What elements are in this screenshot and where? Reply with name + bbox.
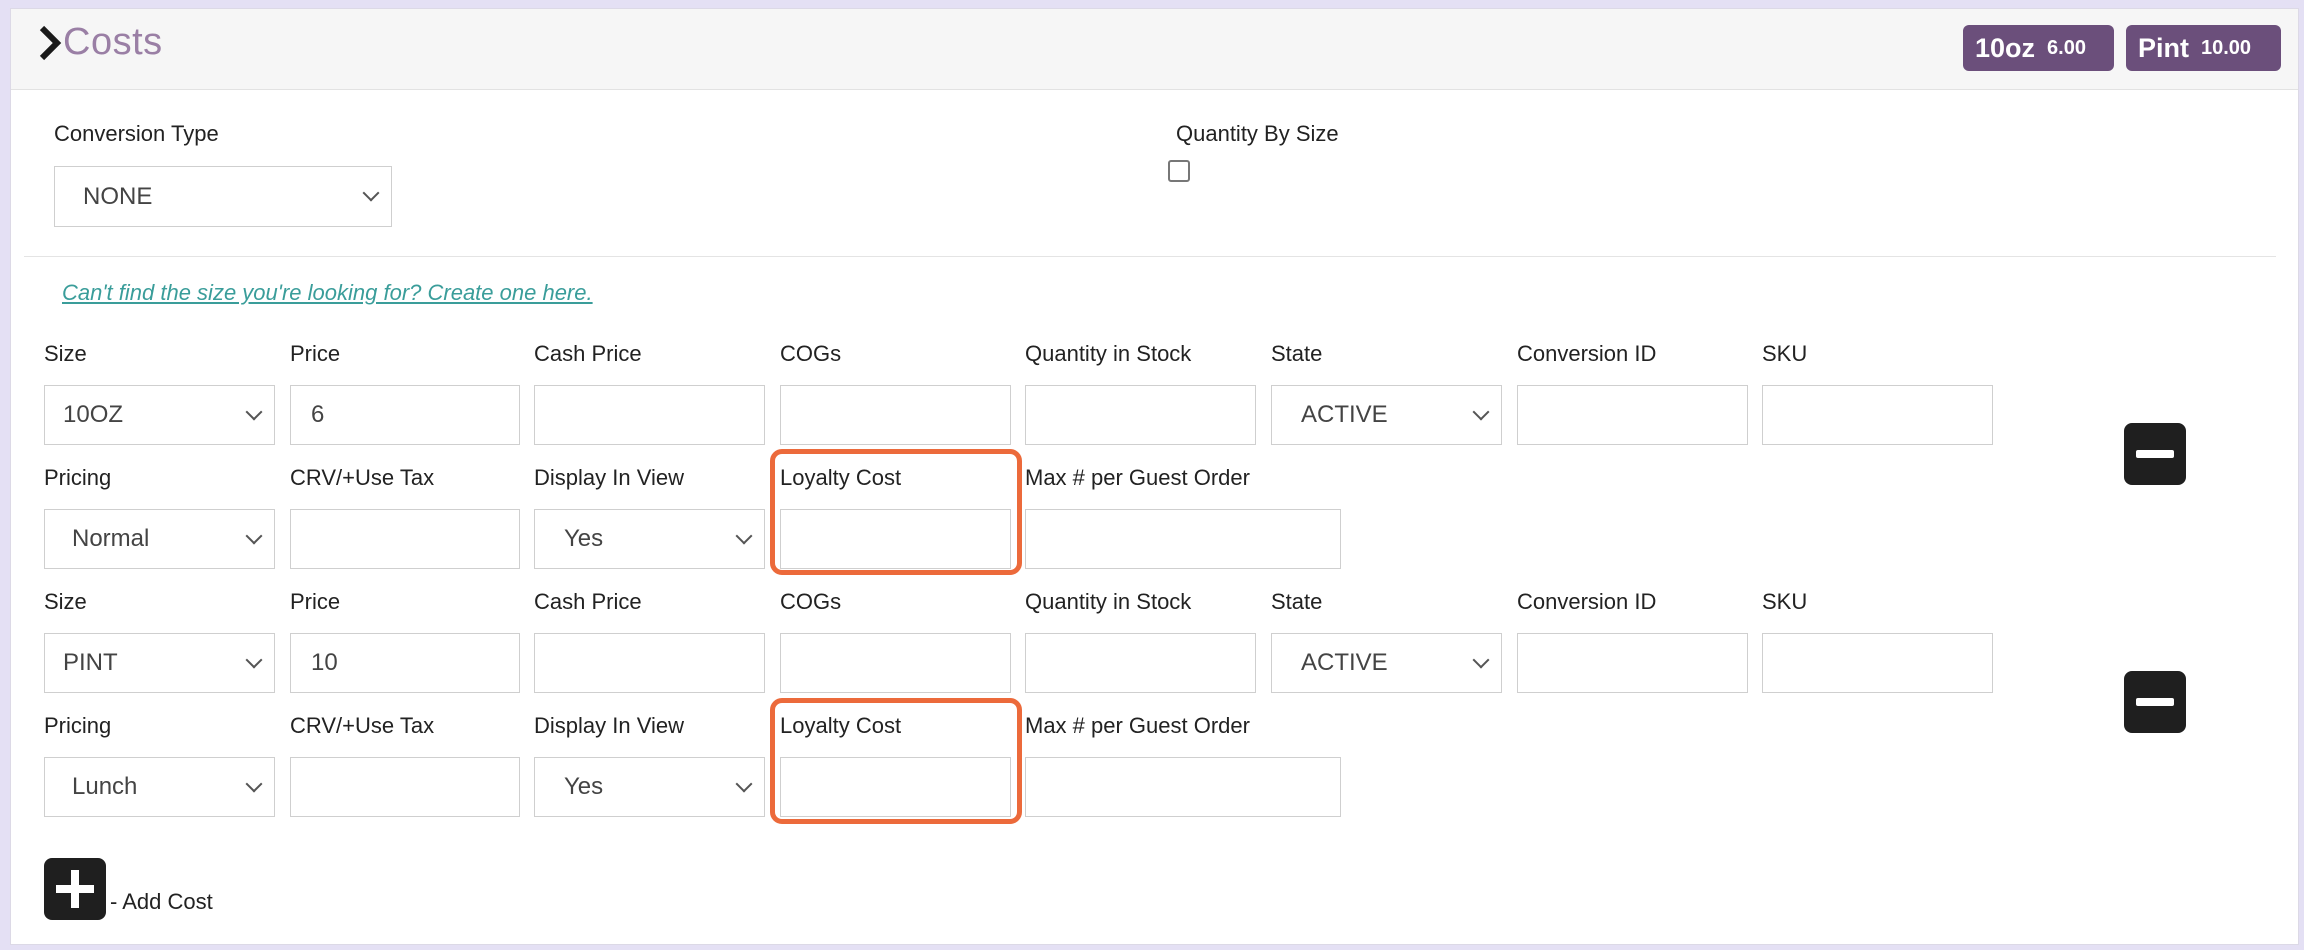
price-label: Price [290, 341, 341, 366]
costs-header[interactable]: Costs 10oz 6.00 Pint 10.00 [11, 9, 2298, 90]
size-badge-pint: Pint 10.00 [2126, 25, 2281, 71]
divider [24, 256, 2276, 257]
quantity-in-stock-label: Quantity in Stock [1025, 589, 1192, 614]
display-in-view-value: Yes [564, 773, 604, 800]
section-title: Costs [63, 21, 163, 63]
crv-input[interactable] [290, 509, 520, 569]
size-value: 10OZ [63, 401, 124, 428]
remove-cost-button[interactable] [2124, 671, 2186, 733]
add-cost-label: - Add Cost [110, 889, 213, 914]
plus-icon-stroke [71, 870, 79, 908]
badge-size-name: 10oz [1975, 32, 2036, 63]
display-in-view-label: Display In View [534, 465, 684, 490]
max-per-guest-label: Max # per Guest Order [1025, 465, 1250, 490]
pricing-label: Pricing [44, 713, 112, 738]
cash-price-input[interactable] [534, 633, 765, 693]
conversion-id-input[interactable] [1517, 633, 1748, 693]
sku-label: SKU [1762, 341, 1808, 366]
sku-label: SKU [1762, 589, 1808, 614]
pricing-label: Pricing [44, 465, 112, 490]
loyalty-cost-input[interactable] [780, 509, 1011, 569]
quantity-by-size-label: Quantity By Size [1176, 121, 1339, 146]
cash-price-label: Cash Price [534, 341, 642, 366]
state-value: ACTIVE [1301, 649, 1388, 676]
minus-icon [2136, 450, 2174, 458]
display-in-view-select[interactable]: Yes [534, 757, 765, 817]
conversion-id-label: Conversion ID [1517, 341, 1657, 366]
sku-input[interactable] [1762, 385, 1993, 445]
pricing-value: Lunch [72, 773, 138, 800]
state-label: State [1271, 589, 1323, 614]
cogs-input[interactable] [780, 385, 1011, 445]
loyalty-cost-input[interactable] [780, 757, 1011, 817]
pricing-select[interactable]: Lunch [44, 757, 275, 817]
display-in-view-label: Display In View [534, 713, 684, 738]
quantity-in-stock-input[interactable] [1025, 385, 1256, 445]
size-select[interactable]: 10OZ [44, 385, 275, 445]
conversion-type-value: NONE [83, 182, 153, 210]
quantity-in-stock-label: Quantity in Stock [1025, 341, 1192, 366]
price-input[interactable]: 10 [290, 633, 520, 693]
conversion-type-select[interactable]: NONE [54, 166, 392, 227]
state-label: State [1271, 341, 1323, 366]
quantity-in-stock-input[interactable] [1025, 633, 1256, 693]
sku-input[interactable] [1762, 633, 1993, 693]
add-cost-button[interactable] [44, 858, 106, 920]
cash-price-label: Cash Price [534, 589, 642, 614]
minus-icon [2136, 698, 2174, 706]
cogs-input[interactable] [780, 633, 1011, 693]
state-select[interactable]: ACTIVE [1271, 633, 1502, 693]
badge-size-price: 10.00 [2201, 36, 2252, 59]
pricing-select[interactable]: Normal [44, 509, 275, 569]
cogs-label: COGs [780, 589, 842, 614]
size-label: Size [44, 341, 87, 366]
cash-price-input[interactable] [534, 385, 765, 445]
badge-size-price: 6.00 [2047, 36, 2086, 59]
conversion-id-label: Conversion ID [1517, 589, 1657, 614]
quantity-by-size-checkbox[interactable] [1168, 160, 1190, 182]
max-per-guest-input[interactable] [1025, 509, 1341, 569]
crv-input[interactable] [290, 757, 520, 817]
pricing-value: Normal [72, 525, 150, 552]
display-in-view-select[interactable]: Yes [534, 509, 765, 569]
max-per-guest-label: Max # per Guest Order [1025, 713, 1250, 738]
conversion-id-input[interactable] [1517, 385, 1748, 445]
size-badge-10oz: 10oz 6.00 [1963, 25, 2114, 71]
loyalty-cost-label: Loyalty Cost [780, 713, 902, 738]
state-value: ACTIVE [1301, 401, 1388, 428]
size-label: Size [44, 589, 87, 614]
price-value: 6 [311, 401, 325, 428]
create-size-link[interactable]: Can't find the size you're looking for? … [62, 280, 593, 306]
conversion-type-label: Conversion Type [54, 121, 219, 146]
price-label: Price [290, 589, 341, 614]
cogs-label: COGs [780, 341, 842, 366]
price-value: 10 [311, 649, 338, 676]
size-select[interactable]: PINT [44, 633, 275, 693]
state-select[interactable]: ACTIVE [1271, 385, 1502, 445]
crv-label: CRV/+Use Tax [290, 713, 435, 738]
loyalty-cost-label: Loyalty Cost [780, 465, 902, 490]
size-value: PINT [63, 649, 118, 676]
remove-cost-button[interactable] [2124, 423, 2186, 485]
chevron-right-icon[interactable] [37, 23, 63, 63]
display-in-view-value: Yes [564, 525, 604, 552]
badge-size-name: Pint [2138, 32, 2189, 63]
price-input[interactable]: 6 [290, 385, 520, 445]
crv-label: CRV/+Use Tax [290, 465, 435, 490]
max-per-guest-input[interactable] [1025, 757, 1341, 817]
